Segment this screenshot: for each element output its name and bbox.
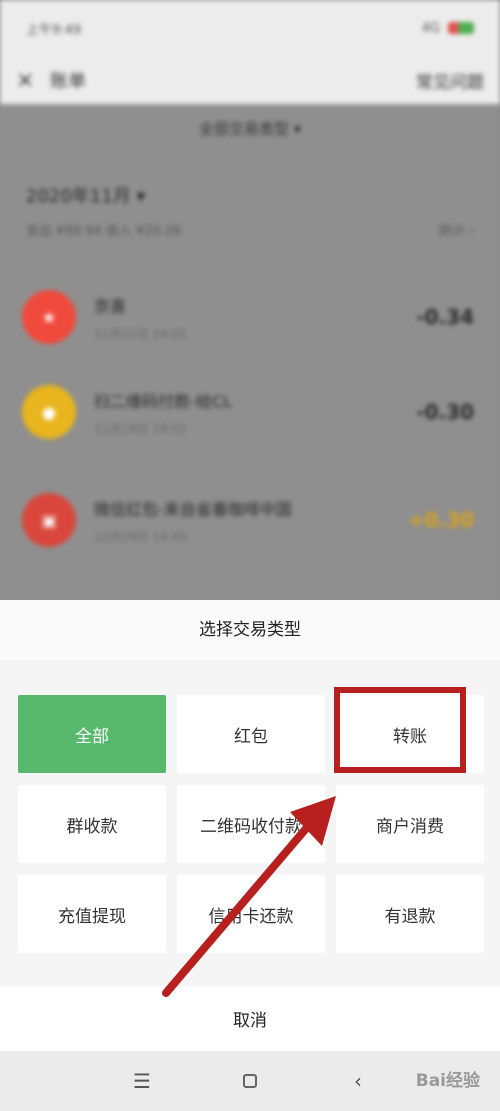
transaction-time: 11月19日 14:45 — [94, 529, 187, 544]
month-totals: 支出 ¥99.94 收入 ¥20.26 — [26, 224, 182, 239]
nav-bar: × 账单 常见问题 — [0, 56, 500, 104]
option-all[interactable]: 全部 — [18, 695, 166, 773]
transaction-row[interactable]: ● 扫二维码付款-给CL 11月19日 19:02 -0.30 — [22, 382, 474, 442]
status-time: 上午9:49 — [26, 22, 82, 38]
close-icon[interactable]: × — [16, 68, 50, 93]
help-link[interactable]: 常见问题 — [416, 68, 484, 93]
option-red-packet[interactable]: 红包 — [177, 695, 325, 773]
month-summary: 2020年11月 ▾ 支出 ¥99.94 收入 ¥20.26 统计 › — [26, 182, 474, 239]
transaction-time: 11月19日 19:02 — [94, 421, 187, 436]
annotation-highlight-box — [334, 687, 466, 773]
store-icon: ★ — [22, 290, 76, 344]
back-icon[interactable]: ‹ — [347, 1069, 369, 1093]
background-page: 上午9:49 4G × 账单 常见问题 全部交易类型 ▾ 2020年11月 ▾ … — [0, 0, 500, 600]
transaction-row[interactable]: ▣ 微信红包-来自省番咖啡中国 11月19日 14:45 +0.30 — [22, 490, 474, 550]
transaction-type-sheet: 选择交易类型 全部 红包 转账 群收款 二维码收付款 商户消费 充值提现 信用卡… — [0, 600, 500, 1051]
cancel-button[interactable]: 取消 — [0, 986, 500, 1051]
battery-icon — [448, 22, 474, 34]
signal-icon: 4G — [421, 20, 440, 36]
qr-pay-icon: ● — [22, 385, 76, 439]
transaction-amount: +0.30 — [407, 508, 474, 532]
transaction-name: 微信红包-来自省番咖啡中国 — [94, 499, 292, 519]
transaction-amount: -0.30 — [416, 400, 474, 424]
sheet-title: 选择交易类型 — [0, 600, 500, 660]
menu-icon[interactable]: ☰ — [131, 1069, 153, 1093]
watermark: Bai经验 — [415, 1071, 480, 1091]
transaction-type-filter[interactable]: 全部交易类型 ▾ — [0, 118, 500, 139]
transaction-name: 京喜 — [94, 296, 127, 316]
option-merchant[interactable]: 商户消费 — [336, 785, 484, 863]
option-refund[interactable]: 有退款 — [336, 875, 484, 953]
transaction-name: 扫二维码付款-给CL — [94, 391, 232, 411]
status-icons: 4G — [422, 21, 474, 36]
option-group-collect[interactable]: 群收款 — [18, 785, 166, 863]
option-topup-withdraw[interactable]: 充值提现 — [18, 875, 166, 953]
home-icon[interactable] — [243, 1074, 257, 1088]
red-packet-icon: ▣ — [22, 493, 76, 547]
stats-link[interactable]: 统计 › — [439, 220, 474, 239]
transaction-row[interactable]: ★ 京喜 11月22日 14:01 -0.34 — [22, 287, 474, 347]
option-qr-payment[interactable]: 二维码收付款 — [177, 785, 325, 863]
status-bar: 上午9:49 4G — [0, 0, 500, 56]
page-title: 账单 — [50, 71, 86, 92]
transaction-time: 11月22日 14:01 — [94, 326, 187, 341]
transaction-amount: -0.34 — [416, 305, 474, 329]
option-credit-card[interactable]: 信用卡还款 — [177, 875, 325, 953]
month-selector[interactable]: 2020年11月 ▾ — [26, 182, 474, 208]
